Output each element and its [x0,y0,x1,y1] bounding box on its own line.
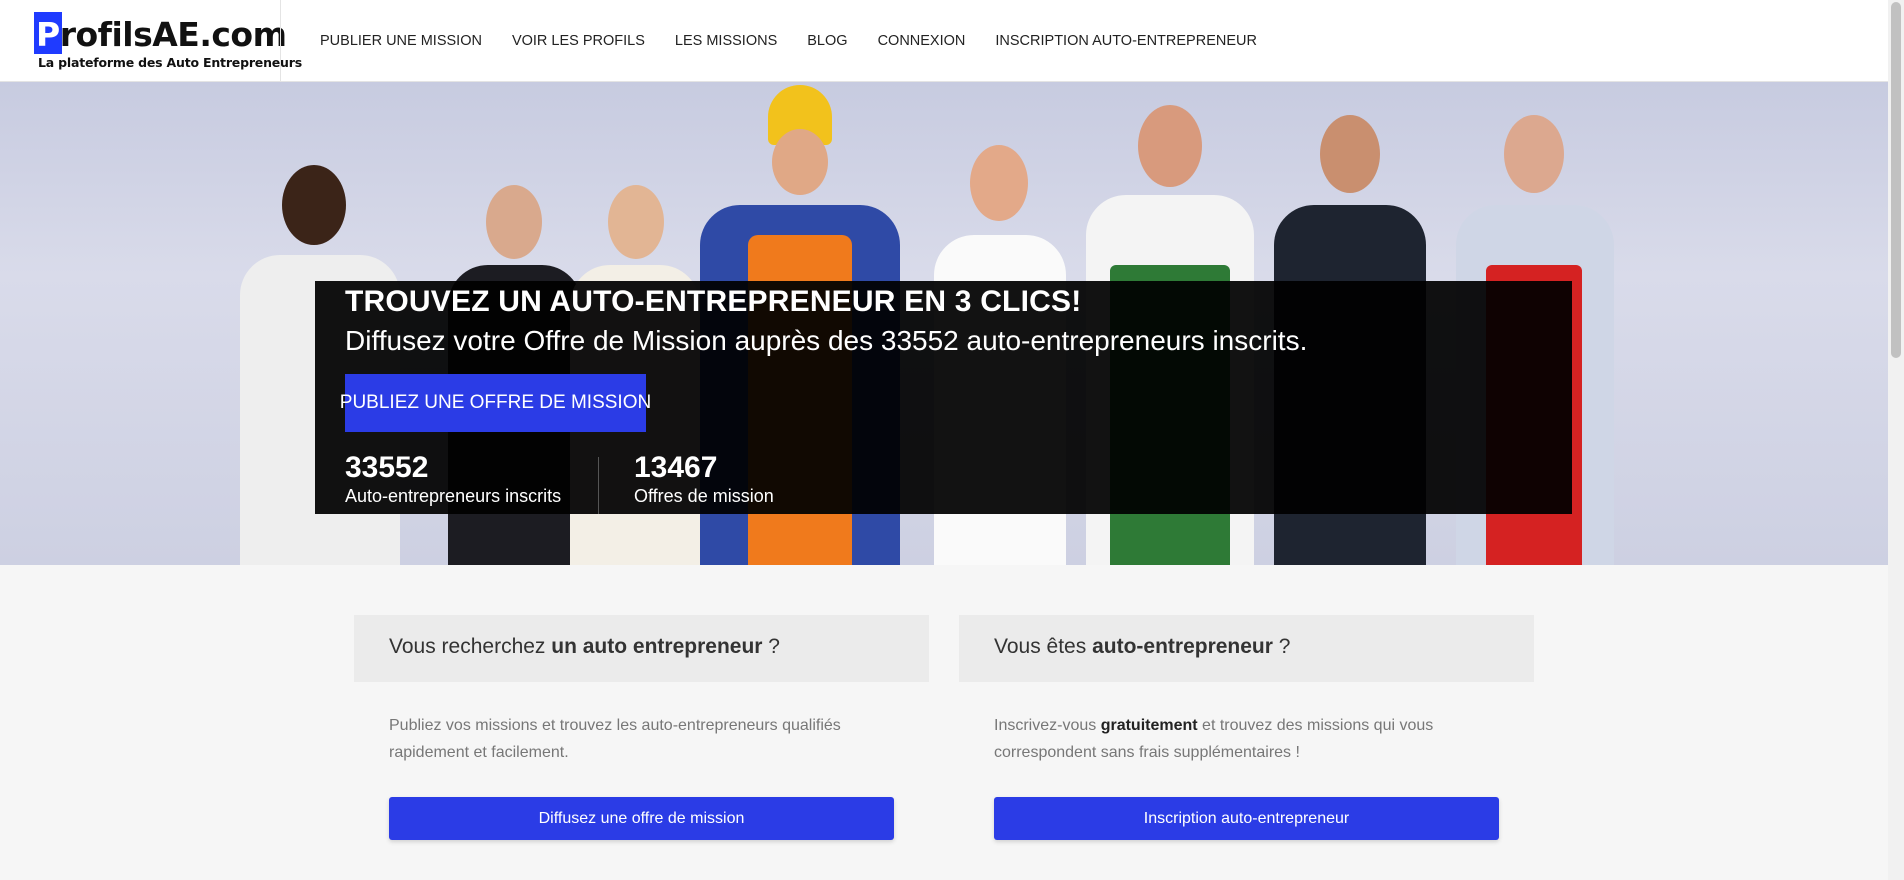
diffusez-offre-button[interactable]: Diffusez une offre de mission [389,797,894,840]
card-employer-header: Vous recherchez un auto entrepreneur ? [354,615,929,682]
inscription-button[interactable]: Inscription auto-entrepreneur [994,797,1499,840]
main-nav: PUBLIER UNE MISSION VOIR LES PROFILS LES… [320,0,1287,81]
stat-divider [598,457,599,514]
card-employer-title: Vous recherchez un auto entrepreneur ? [389,635,780,658]
nav-inscription[interactable]: INSCRIPTION AUTO-ENTREPRENEUR [995,33,1257,49]
publiez-offre-button[interactable]: PUBLIEZ UNE OFFRE DE MISSION [340,374,651,432]
header-divider [280,0,281,81]
card-employer-description: Publiez vos missions et trouvez les auto… [389,717,841,761]
card-freelancer-title: Vous êtes auto-entrepreneur ? [994,635,1291,658]
nav-publier-mission[interactable]: PUBLIER UNE MISSION [320,33,482,49]
stat-missions-number: 13467 [634,451,718,484]
hero-subtitle: Diffusez votre Offre de Mission auprès d… [345,325,1308,356]
stat-missions-label: Offres de mission [634,486,774,506]
site-header: ProfilsAE.com La plateforme des Auto Ent… [0,0,1888,82]
logo-name: ProfilsAE.com [36,15,287,54]
card-freelancer-header: Vous êtes auto-entrepreneur ? [959,615,1534,682]
site-logo[interactable]: ProfilsAE.com La plateforme des Auto Ent… [34,10,302,72]
nav-connexion[interactable]: CONNEXION [878,33,966,49]
nav-les-missions[interactable]: LES MISSIONS [675,33,777,49]
hero-title: TROUVEZ UN AUTO-ENTREPRENEUR EN 3 CLICS! [345,285,1082,318]
nav-voir-profils[interactable]: VOIR LES PROFILS [512,33,645,49]
nav-blog[interactable]: BLOG [807,33,847,49]
stat-registered: 33552 Auto-entrepreneurs inscrits [345,451,561,507]
hero-overlay: TROUVEZ UN AUTO-ENTREPRENEUR EN 3 CLICS!… [315,281,1572,514]
scrollbar-thumb[interactable] [1891,2,1901,358]
card-freelancer-description: Inscrivez-vous gratuitement et trouvez d… [994,717,1434,761]
logo-tagline: La plateforme des Auto Entrepreneurs [38,55,302,70]
stat-registered-number: 33552 [345,451,429,484]
stat-registered-label: Auto-entrepreneurs inscrits [345,486,562,506]
page-scrollbar[interactable] [1888,0,1904,880]
hero-banner: TROUVEZ UN AUTO-ENTREPRENEUR EN 3 CLICS!… [0,82,1888,565]
stat-missions: 13467 Offres de mission [634,451,774,507]
